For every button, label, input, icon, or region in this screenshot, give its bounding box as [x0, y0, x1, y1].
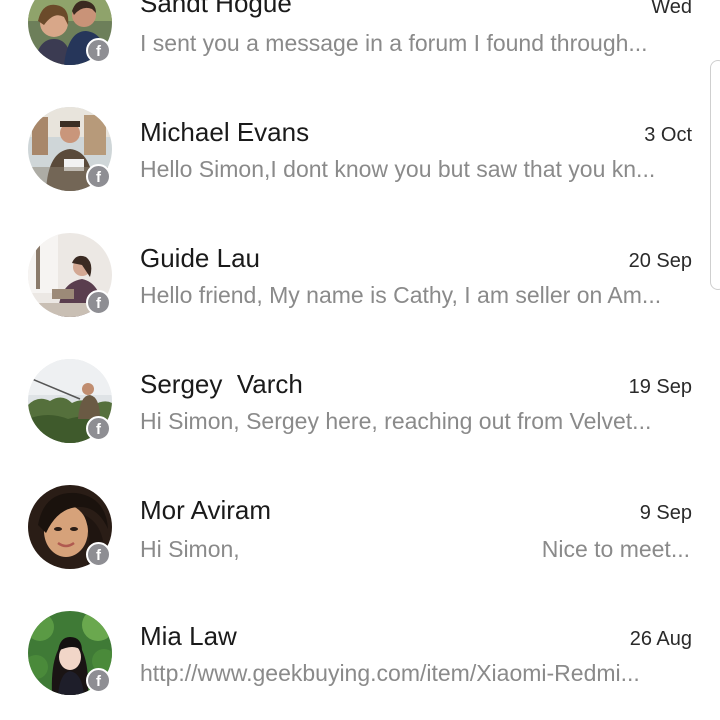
conversation-row-mor-aviram[interactable]: f Mor Aviram 9 Sep Hi Simon, Nice to mee… — [0, 462, 720, 588]
conversation-row-sandt-hogue[interactable]: f Sandt Hogue Wed I sent you a message i… — [0, 0, 720, 84]
contact-name: Sandt Hogue — [140, 0, 292, 18]
facebook-icon: f — [86, 668, 111, 693]
message-preview-right: Nice to meet... — [541, 536, 690, 562]
facebook-icon: f — [86, 164, 111, 189]
facebook-icon: f — [86, 38, 111, 63]
message-preview-left: Hi Simon, — [140, 536, 240, 562]
screen-edge-scroll-indicator[interactable] — [710, 60, 720, 290]
conversation-row-sergey-varch[interactable]: f Sergey Varch 19 Sep Hi Simon, Sergey h… — [0, 336, 720, 462]
contact-name: Mia Law — [140, 621, 237, 651]
message-date: 9 Sep — [639, 502, 692, 524]
contact-name: Guide Lau — [140, 243, 260, 273]
message-preview: Hello Simon,I dont know you but saw that… — [140, 156, 656, 182]
message-date: 19 Sep — [628, 376, 692, 398]
message-preview: Hello friend, My name is Cathy, I am sel… — [140, 282, 662, 308]
message-date: 20 Sep — [628, 250, 692, 272]
message-date: 3 Oct — [644, 124, 692, 146]
message-date: Wed — [651, 0, 692, 18]
contact-name: Michael Evans — [140, 117, 310, 147]
message-preview: Hi Simon, Sergey here, reaching out from… — [140, 408, 652, 434]
facebook-icon: f — [86, 542, 111, 567]
conversation-row-guide-lau[interactable]: f Guide Lau 20 Sep Hello friend, My name… — [0, 210, 720, 336]
message-preview: http://www.geekbuying.com/item/Xiaomi-Re… — [140, 660, 640, 686]
conversation-row-mia-law[interactable]: f Mia Law 26 Aug http://www.geekbuying.c… — [0, 588, 720, 714]
contact-name: Mor Aviram — [140, 495, 271, 525]
message-date: 26 Aug — [629, 628, 692, 650]
conversation-row-michael-evans[interactable]: f Michael Evans 3 Oct Hello Simon,I dont… — [0, 84, 720, 210]
facebook-icon: f — [86, 290, 111, 315]
contact-name: Sergey Varch — [140, 369, 303, 399]
message-preview: Hi Simon, Nice to meet... — [140, 536, 690, 563]
conversation-list: f Sandt Hogue Wed I sent you a message i… — [0, 0, 720, 720]
facebook-icon: f — [86, 416, 111, 441]
message-preview: I sent you a message in a forum I found … — [140, 30, 648, 56]
